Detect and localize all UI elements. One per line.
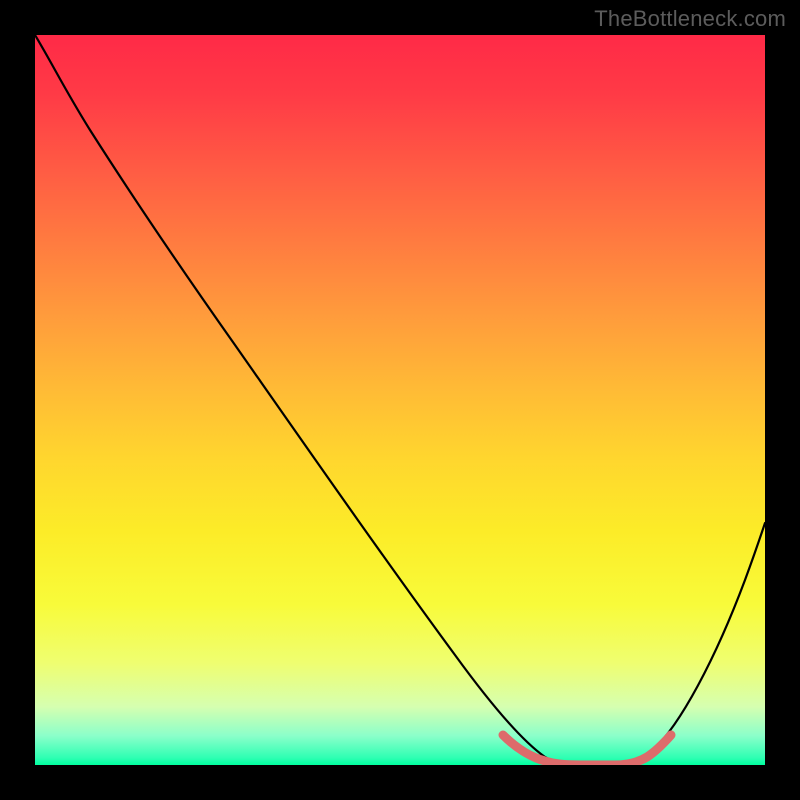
chart-svg — [35, 35, 765, 765]
bottleneck-curve-path — [35, 35, 765, 765]
optimal-zone-path — [503, 735, 671, 765]
plot-area — [35, 35, 765, 765]
watermark-text: TheBottleneck.com — [594, 6, 786, 32]
